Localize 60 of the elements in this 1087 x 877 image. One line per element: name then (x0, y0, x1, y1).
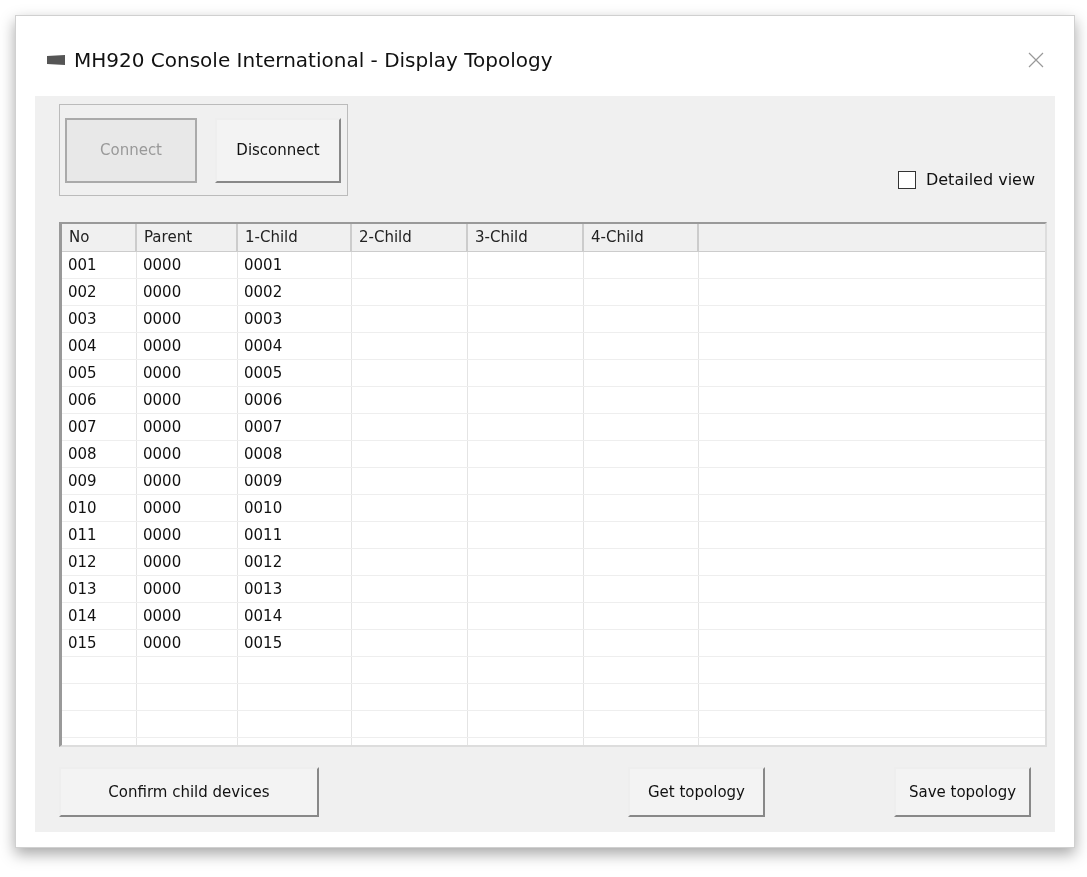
table-cell: 0000 (137, 576, 238, 602)
table-cell: 002 (62, 279, 137, 305)
table-cell: 003 (62, 306, 137, 332)
column-header[interactable]: 3-Child (468, 224, 584, 251)
column-header[interactable]: No (62, 224, 137, 251)
table-cell: 0000 (137, 279, 238, 305)
detailed-view-checkbox[interactable] (897, 171, 916, 189)
connection-button[interactable]: Disconnect (215, 117, 341, 183)
table-cell: 013 (62, 576, 137, 602)
action-button[interactable]: Get topology (628, 767, 765, 817)
table-cell: 0009 (238, 468, 352, 494)
table-cell: 010 (62, 495, 137, 521)
table-cell: 0007 (238, 414, 352, 440)
table-cell: 0015 (238, 630, 352, 656)
table-cell: 0000 (137, 441, 238, 467)
action-button[interactable]: Confirm child devices (59, 767, 319, 817)
table-cell: 006 (62, 387, 137, 413)
table-cell: 007 (62, 414, 137, 440)
table-cell: 009 (62, 468, 137, 494)
table-cell: 001 (62, 252, 137, 278)
table-cell: 011 (62, 522, 137, 548)
table-cell: 0002 (238, 279, 352, 305)
table-cell: 0000 (137, 306, 238, 332)
table-cell: 004 (62, 333, 137, 359)
close-icon[interactable] (1028, 52, 1044, 68)
table-cell: 015 (62, 630, 137, 656)
table-cell: 0014 (238, 603, 352, 629)
table-cell: 0000 (137, 603, 238, 629)
column-header[interactable]: 1-Child (238, 224, 352, 251)
table-cell: 0001 (238, 252, 352, 278)
table-cell: 0000 (137, 387, 238, 413)
table-cell: 0013 (238, 576, 352, 602)
column-header[interactable]: Parent (137, 224, 238, 251)
table-cell: 0005 (238, 360, 352, 386)
table-cell: 008 (62, 441, 137, 467)
detailed-view-label: Detailed view (925, 169, 1035, 191)
table-cell: 012 (62, 549, 137, 575)
action-button[interactable]: Save topology (894, 767, 1031, 817)
table-cell: 0000 (137, 495, 238, 521)
table-cell: 0011 (238, 522, 352, 548)
table-cell: 0000 (137, 360, 238, 386)
window-title: MH920 Console International - Display Topology (74, 47, 554, 74)
table-cell: 0000 (137, 414, 238, 440)
table-cell: 0012 (238, 549, 352, 575)
table-cell: 0006 (238, 387, 352, 413)
table-cell: 0000 (137, 468, 238, 494)
table-cell: 0004 (238, 333, 352, 359)
table-cell: 0000 (137, 630, 238, 656)
table-cell: 0008 (238, 441, 352, 467)
table-cell: 0000 (137, 522, 238, 548)
table-cell: 0000 (137, 333, 238, 359)
window-icon (46, 54, 66, 66)
table-cell: 0010 (238, 495, 352, 521)
table-cell: 0003 (238, 306, 352, 332)
table-cell: 0000 (137, 252, 238, 278)
column-header[interactable]: 2-Child (352, 224, 468, 251)
column-header[interactable]: 4-Child (584, 224, 699, 251)
table-cell: 0000 (137, 549, 238, 575)
table-cell: 014 (62, 603, 137, 629)
table-cell: 005 (62, 360, 137, 386)
